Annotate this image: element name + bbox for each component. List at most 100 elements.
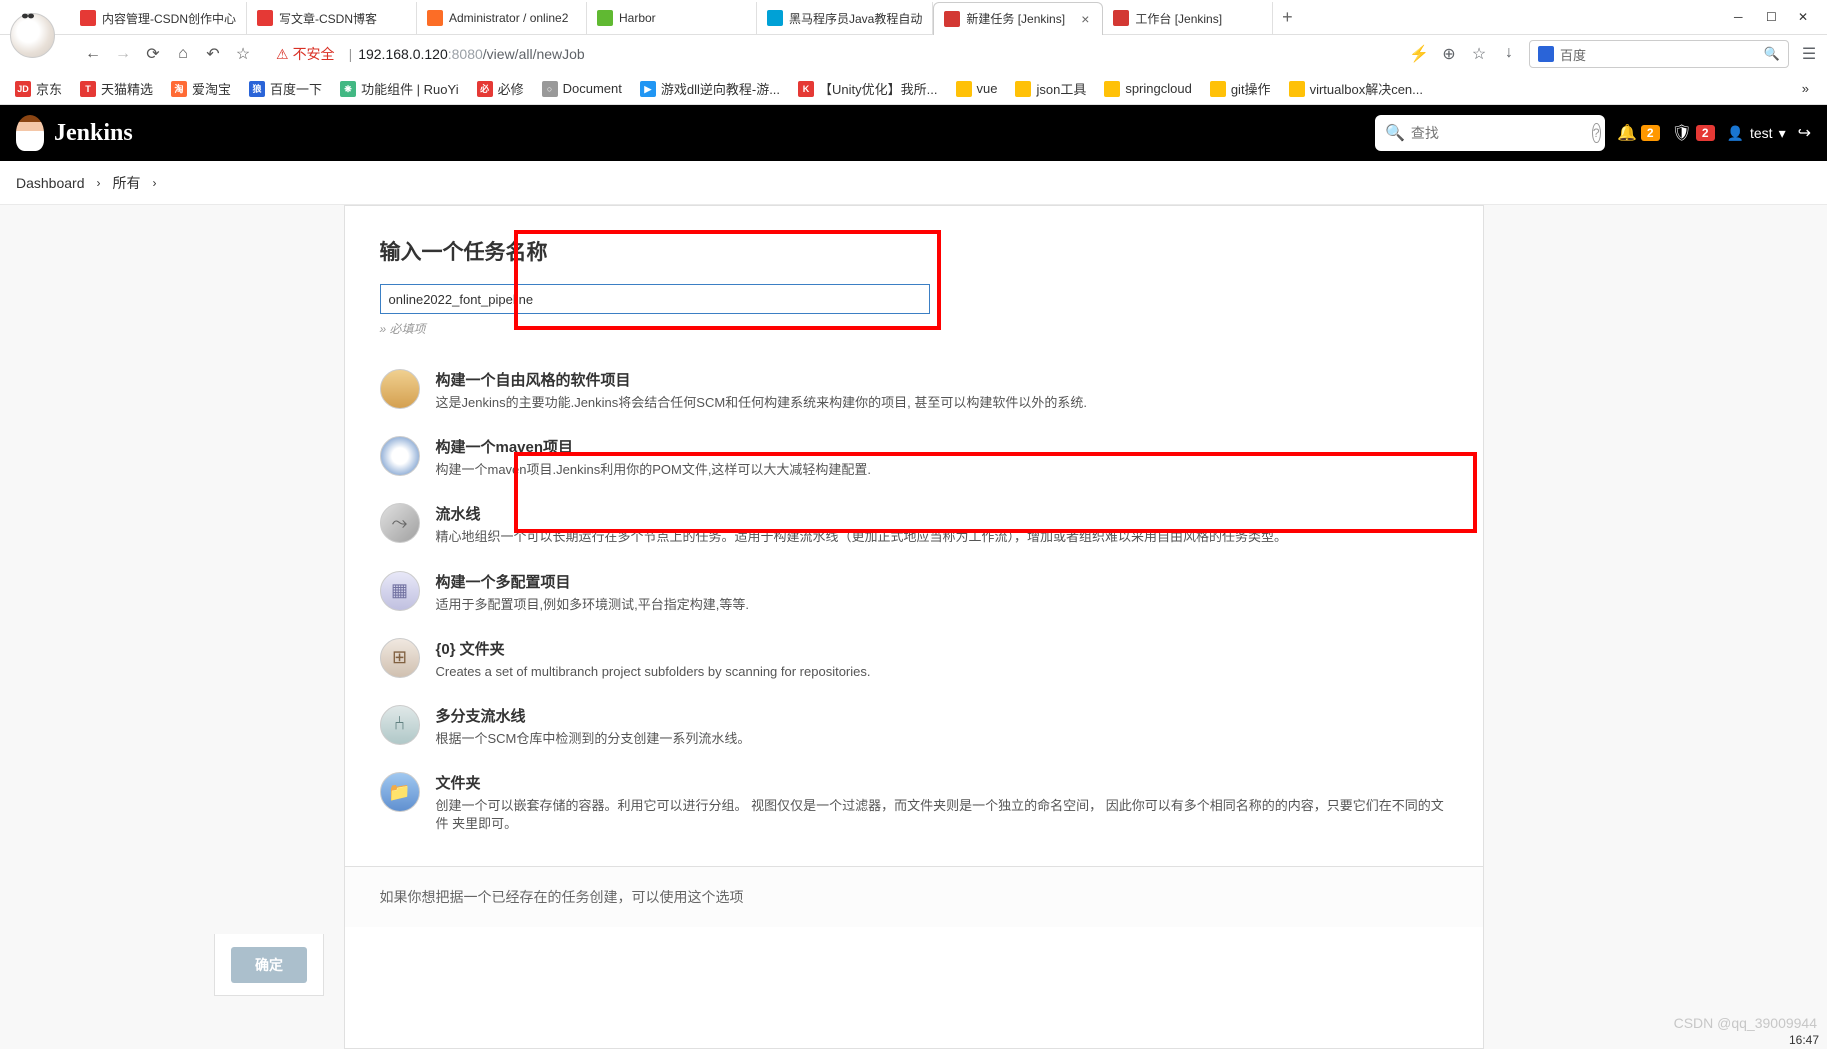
jenkins-logo-icon: [16, 115, 44, 151]
warnings[interactable]: 🛡 2: [1672, 123, 1715, 143]
bookmark-0[interactable]: JD京东: [8, 75, 69, 102]
job-type-freestyle[interactable]: 构建一个自由风格的软件项目 这是Jenkins的主要功能.Jenkins将会结合…: [365, 357, 1463, 424]
org-icon: [380, 638, 420, 678]
tab-label: 黑马程序员Java教程自动: [789, 10, 922, 27]
ok-button[interactable]: 确定: [231, 947, 307, 983]
flash-icon[interactable]: ⚡: [1409, 44, 1429, 64]
bell-icon: 🔔: [1617, 123, 1637, 143]
user-icon: 👤: [1727, 125, 1744, 142]
menu-icon[interactable]: ☰: [1799, 44, 1819, 64]
tab-6[interactable]: 工作台 [Jenkins]: [1103, 2, 1273, 35]
job-type-title: 构建一个多配置项目: [436, 571, 1448, 592]
logout-icon[interactable]: ↪: [1798, 123, 1811, 143]
footer-button-bar: 确定: [214, 934, 324, 996]
tab-4[interactable]: 黑马程序员Java教程自动: [757, 2, 933, 35]
jenkins-search-input[interactable]: [1411, 125, 1592, 141]
address-bar[interactable]: ⚠ 不安全 | 192.168.0.120:8080/view/all/newJ…: [266, 39, 1401, 69]
copy-hint: 如果你想把据一个已经存在的任务创建，可以使用这个选项: [380, 889, 744, 905]
bookmark-8[interactable]: K 【Unity优化】我所...: [791, 75, 944, 102]
harbor-icon: [597, 10, 613, 26]
tab-label: Administrator / online2: [449, 11, 576, 25]
bookmark-label: 功能组件 | RuoYi: [361, 79, 459, 98]
close-icon[interactable]: ×: [1078, 12, 1092, 26]
tab-2[interactable]: Administrator / online2: [417, 2, 587, 35]
home-button[interactable]: ⌂: [168, 39, 198, 69]
bookmarks-bar: JD京东T天猫精选淘爱淘宝狼百度一下❋功能组件 | RuoYi必必修○Docum…: [0, 73, 1827, 105]
clock: 16:47: [1789, 1033, 1819, 1047]
bookmark-label: json工具: [1036, 79, 1086, 98]
tab-label: 内容管理-CSDN创作中心: [102, 10, 236, 27]
job-type-folder[interactable]: 文件夹 创建一个可以嵌套存储的容器。利用它可以进行分组。 视图仅仅是一个过滤器，…: [365, 760, 1463, 845]
bookmark-label: 游戏dll逆向教程-游...: [661, 79, 780, 98]
bookmark-9[interactable]: vue: [949, 77, 1005, 101]
bookmark-4[interactable]: ❋功能组件 | RuoYi: [333, 75, 466, 102]
form-title: 输入一个任务名称: [380, 236, 1463, 266]
back-button[interactable]: ←: [78, 39, 108, 69]
bookmark-12[interactable]: git操作: [1203, 75, 1278, 102]
jenkins-search[interactable]: 🔍 ?: [1375, 115, 1605, 151]
warning-icon: ⚠: [276, 46, 289, 63]
bookmark-label: 京东: [36, 79, 62, 98]
download-icon[interactable]: ↓: [1499, 44, 1519, 64]
tab-0[interactable]: 内容管理-CSDN创作中心: [70, 2, 247, 35]
folder-icon: [1104, 81, 1120, 97]
bookmark-label: 【Unity优化】我所...: [819, 79, 937, 98]
crumb-all[interactable]: 所有: [113, 173, 141, 193]
breadcrumb: Dashboard › 所有 ›: [0, 161, 1827, 205]
window-maximize[interactable]: ☐: [1766, 10, 1780, 24]
forward-button[interactable]: →: [108, 39, 138, 69]
bookmark-2[interactable]: 淘爱淘宝: [164, 75, 238, 102]
bookmark-3[interactable]: 狼百度一下: [242, 75, 329, 102]
reload-button[interactable]: ⟳: [138, 39, 168, 69]
multiconfig-icon: [380, 571, 420, 611]
tab-3[interactable]: Harbor: [587, 2, 757, 35]
required-note: » 必填项: [380, 320, 1463, 337]
star-button[interactable]: ☆: [228, 39, 258, 69]
job-type-desc: Creates a set of multibranch project sub…: [436, 663, 1448, 681]
undo-button[interactable]: ↶: [198, 39, 228, 69]
item-name-input[interactable]: [380, 284, 930, 314]
bookmark-10[interactable]: json工具: [1008, 75, 1093, 102]
job-type-desc: 精心地组织一个可以长期运行在多个节点上的任务。适用于构建流水线（更加正式地应当称…: [436, 528, 1448, 546]
insecure-badge: ⚠ 不安全: [276, 44, 335, 64]
bookmark-11[interactable]: springcloud: [1097, 77, 1199, 101]
bookmark-1[interactable]: T天猫精选: [73, 75, 160, 102]
job-type-pipeline[interactable]: 流水线 精心地组织一个可以长期运行在多个节点上的任务。适用于构建流水线（更加正式…: [365, 491, 1463, 558]
job-type-multiconfig[interactable]: 构建一个多配置项目 适用于多配置项目,例如多环境测试,平台指定构建,等等.: [365, 559, 1463, 626]
profile-avatar[interactable]: [0, 0, 65, 70]
notifications[interactable]: 🔔 2: [1617, 123, 1660, 143]
nav-bar: ← → ⟳ ⌂ ↶ ☆ ⚠ 不安全 | 192.168.0.120:8080/v…: [70, 35, 1827, 73]
bookmarks-overflow[interactable]: »: [1792, 81, 1819, 96]
baidu-search[interactable]: 百度 🔍: [1529, 40, 1789, 68]
bookmark-icon: K: [798, 81, 814, 97]
jenkins-icon: [1113, 10, 1129, 26]
favorite-icon[interactable]: ☆: [1469, 44, 1489, 64]
user-menu[interactable]: 👤 test ▾: [1727, 125, 1786, 142]
help-icon[interactable]: ?: [1592, 123, 1601, 143]
window-close[interactable]: ✕: [1798, 10, 1812, 24]
job-type-title: 流水线: [436, 503, 1448, 524]
bookmark-5[interactable]: 必必修: [470, 75, 531, 102]
job-type-title: 文件夹: [436, 772, 1448, 793]
bookmark-13[interactable]: virtualbox解决cen...: [1282, 75, 1430, 102]
job-type-multibranch[interactable]: 多分支流水线 根据一个SCM仓库中检测到的分支创建一系列流水线。: [365, 693, 1463, 760]
bookmark-6[interactable]: ○Document: [535, 77, 629, 101]
job-type-desc: 这是Jenkins的主要功能.Jenkins将会结合任何SCM和任何构建系统来构…: [436, 394, 1448, 412]
window-minimize[interactable]: ─: [1734, 10, 1748, 24]
bookmark-icon: 淘: [171, 81, 187, 97]
zoom-icon[interactable]: ⊕: [1439, 44, 1459, 64]
tab-1[interactable]: 写文章-CSDN博客: [247, 2, 417, 35]
bookmark-7[interactable]: ▶游戏dll逆向教程-游...: [633, 75, 787, 102]
tab-label: 写文章-CSDN博客: [279, 10, 406, 27]
crumb-dashboard[interactable]: Dashboard: [16, 175, 85, 191]
baidu-label: 百度: [1560, 45, 1586, 64]
watermark: CSDN @qq_39009944: [1674, 1015, 1817, 1031]
tab-5[interactable]: 新建任务 [Jenkins] ×: [933, 2, 1103, 35]
job-type-org[interactable]: {0} 文件夹 Creates a set of multibranch pro…: [365, 626, 1463, 693]
folder-icon: [380, 772, 420, 812]
csdn-icon: [80, 10, 96, 26]
jenkins-logo[interactable]: Jenkins: [16, 115, 133, 151]
bookmark-label: springcloud: [1125, 81, 1192, 96]
job-type-maven[interactable]: 构建一个maven项目 构建一个maven项目.Jenkins利用你的POM文件…: [365, 424, 1463, 491]
new-tab-button[interactable]: +: [1273, 7, 1301, 28]
